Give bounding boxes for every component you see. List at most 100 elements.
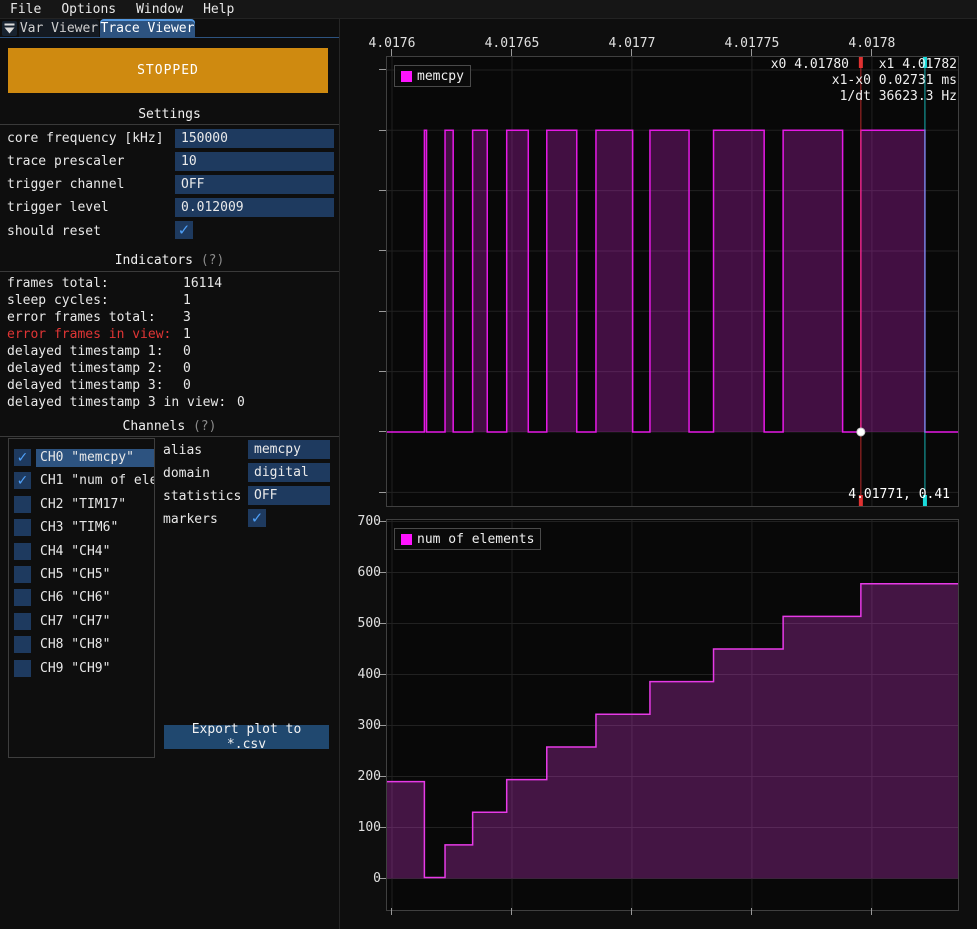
x-axis-tick-label: 4.0176	[347, 36, 437, 51]
channel-checkbox-7[interactable]	[14, 613, 31, 630]
digital-trace-plot[interactable]	[386, 56, 959, 507]
indicators-separator	[0, 271, 339, 272]
collapse-button[interactable]	[2, 21, 17, 36]
legend-memcpy[interactable]: memcpy	[394, 65, 471, 87]
channel-listbox[interactable]: ✓ CH0 "memcpy" ✓ CH1 "num of elements" CH2 "…	[8, 438, 155, 758]
channel-label-6[interactable]: CH6 "CH6"	[36, 589, 155, 607]
panel-splitter[interactable]	[339, 19, 340, 929]
menu-item-options[interactable]: Options	[51, 1, 126, 18]
menu-item-window[interactable]: Window	[126, 1, 193, 18]
indicator-value-3: 1	[183, 327, 191, 342]
y-axis-tick-label: 400	[311, 667, 381, 682]
setting-label-core-frequency: core frequency [kHz]	[7, 131, 164, 146]
export-csv-button[interactable]: Export plot to *.csv	[164, 725, 329, 749]
trace-prescaler-input[interactable]: 10	[175, 152, 334, 171]
hovered-point-dot	[857, 428, 865, 436]
core-frequency-input[interactable]: 150000	[175, 129, 334, 148]
channel-checkbox-4[interactable]	[14, 543, 31, 560]
channel-row-8[interactable]: CH8 "CH8"	[9, 636, 154, 656]
channel-checkbox-9[interactable]	[14, 660, 31, 677]
x-axis-tick	[631, 908, 632, 915]
check-icon: ✓	[178, 223, 191, 238]
channel-checkbox-3[interactable]	[14, 519, 31, 536]
x-axis-tick	[391, 908, 392, 915]
tab-var-viewer[interactable]: Var Viewer	[19, 19, 99, 37]
acquisition-state-button[interactable]: STOPPED	[8, 48, 328, 93]
check-icon: ✓	[17, 451, 29, 465]
legend-num-of-elements[interactable]: num of elements	[394, 528, 541, 550]
channel-checkbox-6[interactable]	[14, 589, 31, 606]
x-axis-tick-label: 4.0178	[827, 36, 917, 51]
x-axis-tick-label: 4.01765	[467, 36, 557, 51]
indicator-value-1: 1	[183, 293, 191, 308]
channels-separator	[0, 436, 339, 437]
channel-checkbox-8[interactable]	[14, 636, 31, 653]
y-axis-tick	[379, 250, 386, 251]
x-axis-tick	[871, 908, 872, 915]
tab-trace-viewer-label: Trace Viewer	[101, 21, 195, 36]
y-axis-tick	[379, 371, 386, 372]
channel-row-0[interactable]: ✓ CH0 "memcpy"	[9, 449, 154, 469]
marker-x0-line-top-cap	[859, 57, 863, 68]
channel-label-4[interactable]: CH4 "CH4"	[36, 543, 155, 561]
channel-label-0[interactable]: CH0 "memcpy"	[36, 449, 155, 467]
channel-label-2[interactable]: CH2 "TIM17"	[36, 496, 155, 514]
indicator-label-0: frames total:	[7, 276, 109, 291]
num-elements-plot[interactable]	[386, 519, 959, 911]
menu-item-help[interactable]: Help	[193, 1, 244, 18]
trigger-channel-select[interactable]: OFF	[175, 175, 334, 194]
alias-input[interactable]: memcpy	[248, 440, 330, 459]
indicator-label-3: error frames in view:	[7, 327, 171, 342]
setting-label-trigger-level: trigger level	[7, 200, 109, 215]
marker-frequency-readout: 1/dt 36623.3 Hz	[840, 89, 957, 104]
markers-label: markers	[163, 512, 218, 527]
channel-label-3[interactable]: CH3 "TIM6"	[36, 519, 155, 537]
channel-label-8[interactable]: CH8 "CH8"	[36, 636, 155, 654]
channel-row-4[interactable]: CH4 "CH4"	[9, 543, 154, 563]
statistics-select[interactable]: OFF	[248, 486, 330, 505]
y-axis-tick	[379, 130, 386, 131]
indicator-label-4: delayed timestamp 1:	[7, 344, 164, 359]
channel-row-5[interactable]: CH5 "CH5"	[9, 566, 154, 586]
y-axis-tick-label: 700	[311, 514, 381, 529]
markers-checkbox[interactable]: ✓	[248, 509, 266, 527]
channel-row-3[interactable]: CH3 "TIM6"	[9, 519, 154, 539]
tab-trace-viewer[interactable]: Trace Viewer	[100, 19, 195, 37]
indicator-value-6: 0	[183, 378, 191, 393]
channel-row-9[interactable]: CH9 "CH9"	[9, 660, 154, 680]
x-axis-tick-label: 4.0177	[587, 36, 677, 51]
alias-label: alias	[163, 443, 202, 458]
y-axis-tick	[379, 69, 386, 70]
x-axis-tick-label: 4.01775	[707, 36, 797, 51]
channel-checkbox-5[interactable]	[14, 566, 31, 583]
domain-select[interactable]: digital	[248, 463, 330, 482]
indicator-value-0: 16114	[183, 276, 222, 291]
channel-row-1[interactable]: ✓ CH1 "num of elements"	[9, 472, 154, 492]
channel-label-1[interactable]: CH1 "num of elements"	[36, 472, 155, 490]
channel-checkbox-2[interactable]	[14, 496, 31, 513]
menu-item-file[interactable]: File	[0, 1, 51, 18]
channel-checkbox-0[interactable]: ✓	[14, 449, 31, 466]
channel-row-7[interactable]: CH7 "CH7"	[9, 613, 154, 633]
indicator-label-6: delayed timestamp 3:	[7, 378, 164, 393]
y-axis-tick-label: 300	[311, 718, 381, 733]
channel-label-7[interactable]: CH7 "CH7"	[36, 613, 155, 631]
setting-label-trigger-channel: trigger channel	[7, 177, 124, 192]
channel-row-2[interactable]: CH2 "TIM17"	[9, 496, 154, 516]
setting-label-trace-prescaler: trace prescaler	[7, 154, 124, 169]
channel-label-5[interactable]: CH5 "CH5"	[36, 566, 155, 584]
y-axis-tick-label: 600	[311, 565, 381, 580]
setting-label-should-reset: should reset	[7, 224, 101, 239]
trigger-level-input[interactable]: 0.012009	[175, 198, 334, 217]
y-axis-tick-label: 200	[311, 769, 381, 784]
settings-header: Settings	[0, 107, 339, 122]
channel-checkbox-1[interactable]: ✓	[14, 472, 31, 489]
y-axis-tick	[379, 492, 386, 493]
channel-row-6[interactable]: CH6 "CH6"	[9, 589, 154, 609]
should-reset-checkbox[interactable]: ✓	[175, 221, 193, 239]
settings-separator	[0, 124, 339, 125]
domain-label: domain	[163, 466, 210, 481]
y-axis-tick-label: 0	[311, 871, 381, 886]
check-icon: ✓	[17, 474, 29, 488]
channel-label-9[interactable]: CH9 "CH9"	[36, 660, 155, 678]
